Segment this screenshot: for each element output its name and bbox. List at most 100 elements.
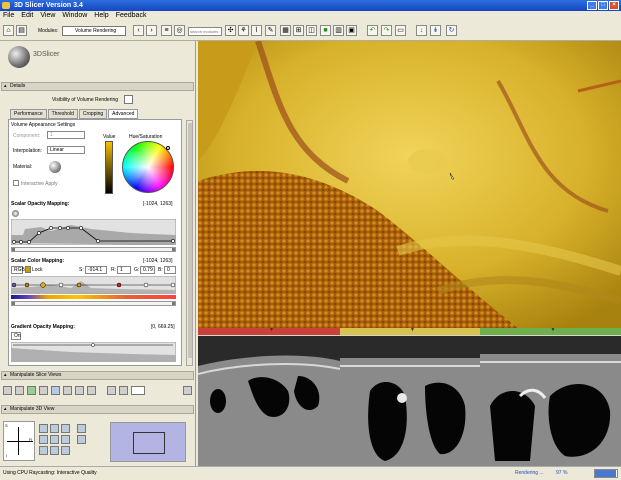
- slice-bg-icon[interactable]: [51, 386, 60, 395]
- tab-performance[interactable]: Performance: [10, 109, 47, 119]
- layout-compare-icon[interactable]: ▥: [333, 25, 344, 36]
- scalar-opacity-editor[interactable]: [11, 219, 176, 245]
- view3d-header[interactable]: Manipulate 3D View: [1, 405, 194, 414]
- slice-crosshair-icon[interactable]: [75, 386, 84, 395]
- back-arrow-icon[interactable]: ‹: [133, 25, 144, 36]
- navigator-viewport-box[interactable]: [133, 432, 165, 454]
- view3d-navigator[interactable]: [110, 422, 186, 462]
- menu-help[interactable]: Help: [94, 11, 108, 21]
- visibility-eye-icon[interactable]: [124, 95, 133, 104]
- view-stereo-icon[interactable]: [61, 446, 70, 455]
- hue-marker[interactable]: [166, 146, 170, 150]
- tab-advanced[interactable]: Advanced: [108, 109, 139, 119]
- transform-icon[interactable]: ✣: [225, 25, 236, 36]
- mouse-place-icon[interactable]: ↡: [430, 25, 441, 36]
- interactive-apply-checkbox[interactable]: [13, 180, 19, 186]
- slice-link-icon[interactable]: [15, 386, 24, 395]
- view-zoom-out-icon[interactable]: [50, 424, 59, 433]
- green-slice-view[interactable]: [480, 327, 621, 466]
- module-list-icon[interactable]: ≡: [161, 25, 172, 36]
- slice-layout-icon[interactable]: [107, 386, 116, 395]
- module-select[interactable]: Volume Rendering: [62, 26, 126, 36]
- slice-opacity-slider[interactable]: [131, 386, 145, 395]
- opacity-preset-icon[interactable]: [12, 210, 19, 217]
- slice-fg-icon[interactable]: [39, 386, 48, 395]
- layout-fourup-icon[interactable]: ⊞: [293, 25, 304, 36]
- r-value-input[interactable]: 1: [117, 266, 131, 274]
- forward-arrow-icon[interactable]: ›: [146, 25, 157, 36]
- layout-conventional-icon[interactable]: ▦: [280, 25, 291, 36]
- view-lookfrom-icon[interactable]: [77, 424, 86, 433]
- close-button[interactable]: ×: [609, 1, 619, 10]
- menu-feedback[interactable]: Feedback: [116, 11, 147, 21]
- maximize-button[interactable]: □: [598, 1, 608, 10]
- editor-icon[interactable]: ✎: [265, 25, 276, 36]
- details-header[interactable]: Details: [1, 82, 194, 91]
- rotate-icon[interactable]: ↻: [446, 25, 457, 36]
- view-screenshot-icon[interactable]: [77, 435, 86, 444]
- layout-tabbed-icon[interactable]: ▣: [346, 25, 357, 36]
- slice-reset-icon[interactable]: [119, 386, 128, 395]
- b-value-input[interactable]: 0: [164, 266, 176, 274]
- hue-saturation-wheel[interactable]: [122, 141, 174, 193]
- yellow-slice-bar[interactable]: [340, 327, 480, 335]
- menu-file[interactable]: File: [3, 11, 14, 21]
- slice-green-icon[interactable]: [27, 386, 36, 395]
- view-center-icon[interactable]: [50, 446, 59, 455]
- redo-icon[interactable]: ↷: [381, 25, 392, 36]
- g-value-input[interactable]: 0.79: [140, 266, 155, 274]
- slice-label-icon[interactable]: [63, 386, 72, 395]
- view-yaw-icon[interactable]: [50, 435, 59, 444]
- lock-icon[interactable]: [25, 266, 31, 273]
- menu-edit[interactable]: Edit: [21, 11, 33, 21]
- minimize-button[interactable]: _: [587, 1, 597, 10]
- home-icon[interactable]: ⌂: [3, 25, 14, 36]
- slice-options-icon[interactable]: [183, 386, 192, 395]
- details-scrollbar-thumb[interactable]: [188, 123, 192, 358]
- fiducial-slice-icon[interactable]: [3, 386, 12, 395]
- gradient-opacity-editor[interactable]: [11, 342, 176, 362]
- slice-spacing-icon[interactable]: [87, 386, 96, 395]
- load-data-icon[interactable]: ▤: [16, 25, 27, 36]
- undo-icon[interactable]: ↶: [367, 25, 378, 36]
- red-slice-view[interactable]: [198, 327, 340, 466]
- component-select[interactable]: 1: [47, 131, 85, 139]
- view-roll-icon[interactable]: [39, 435, 48, 444]
- red-slice-image[interactable]: [198, 336, 340, 466]
- interpolation-select[interactable]: Linear: [47, 146, 85, 154]
- rendering-percent: 97 %: [556, 470, 568, 476]
- material-sphere-icon[interactable]: [49, 161, 61, 173]
- yellow-slice-view[interactable]: [340, 327, 480, 466]
- view3d-orientation-axes[interactable]: S R I: [3, 421, 35, 461]
- volume-render-3d-view[interactable]: [198, 41, 621, 328]
- fiducial-icon[interactable]: ⚘: [238, 25, 249, 36]
- rgb-select[interactable]: RGB: [11, 266, 25, 274]
- module-search-icon[interactable]: ◎: [174, 25, 185, 36]
- details-scrollbar[interactable]: [186, 120, 193, 366]
- tab-threshold[interactable]: Threshold: [47, 109, 78, 119]
- s-value-input[interactable]: -914.1: [85, 266, 107, 274]
- view-pitch-icon[interactable]: [61, 424, 70, 433]
- view-rock-icon[interactable]: [39, 446, 48, 455]
- menu-view[interactable]: View: [40, 11, 55, 21]
- value-slider[interactable]: [105, 141, 113, 194]
- view-zoom-in-icon[interactable]: [39, 424, 48, 433]
- opacity-range-slider[interactable]: [11, 247, 176, 252]
- menu-window[interactable]: Window: [62, 11, 87, 21]
- gradient-on-toggle[interactable]: On: [11, 332, 21, 340]
- screenshot-icon[interactable]: ▭: [395, 25, 406, 36]
- slice-views-header[interactable]: Manipulate Slice Views: [1, 371, 194, 380]
- tab-cropping[interactable]: Cropping: [78, 109, 108, 119]
- module-search-input[interactable]: search modules: [188, 27, 222, 36]
- measure-icon[interactable]: ⌇: [251, 25, 262, 36]
- green-slice-image[interactable]: [480, 336, 621, 466]
- green-slice-bar[interactable]: [480, 327, 621, 335]
- red-slice-bar[interactable]: [198, 327, 340, 335]
- view-spin-icon[interactable]: [61, 435, 70, 444]
- yellow-slice-image[interactable]: [340, 336, 480, 466]
- color-range-slider[interactable]: [11, 301, 176, 306]
- layout-3d-only-icon[interactable]: ◫: [306, 25, 317, 36]
- layout-green-icon[interactable]: ■: [320, 25, 331, 36]
- scalar-color-editor[interactable]: [11, 276, 176, 294]
- mouse-pick-icon[interactable]: ↓: [416, 25, 427, 36]
